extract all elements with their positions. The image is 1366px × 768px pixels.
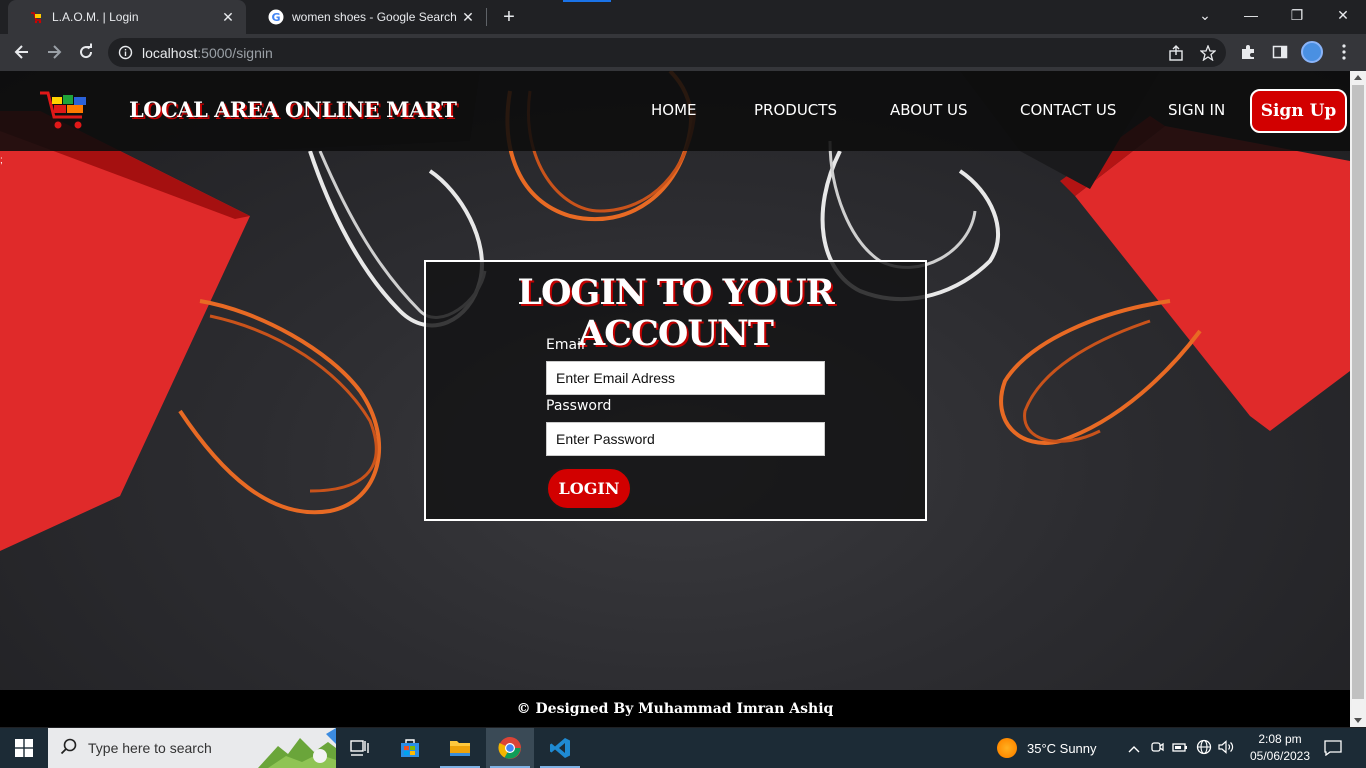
system-tray	[1128, 728, 1234, 768]
stray-text: ;	[0, 155, 3, 166]
share-icon[interactable]	[1165, 42, 1187, 64]
sign-up-button[interactable]: Sign Up	[1250, 89, 1347, 133]
svg-text:G: G	[271, 11, 280, 24]
taskbar-search-box[interactable]: Type here to search	[48, 728, 336, 768]
profile-avatar[interactable]	[1301, 41, 1323, 63]
nav-contact-us[interactable]: CONTACT US	[1020, 101, 1116, 119]
password-label: Password	[546, 398, 612, 414]
page-viewport: LOCAL AREA ONLINE MART HOME PRODUCTS ABO…	[0, 71, 1350, 727]
nav-sign-in[interactable]: SIGN IN	[1168, 101, 1225, 119]
login-button[interactable]: LOGIN	[546, 467, 632, 510]
vscode-icon[interactable]	[536, 728, 584, 768]
page-scrollbar[interactable]	[1350, 71, 1366, 727]
tab-search-chevron-icon[interactable]: ⌄	[1182, 0, 1228, 30]
network-globe-icon[interactable]	[1196, 739, 1212, 758]
reload-icon[interactable]	[73, 39, 99, 65]
nav-about-us[interactable]: ABOUT US	[890, 101, 968, 119]
minimize-button[interactable]: —	[1228, 0, 1274, 30]
clock-date: 05/06/2023	[1249, 749, 1311, 763]
site-footer: © Designed By Muhammad Imran Ashiq	[0, 690, 1350, 727]
tab-indicator	[563, 0, 611, 2]
nav-home[interactable]: HOME	[651, 101, 697, 119]
site-favicon-icon	[28, 9, 44, 25]
site-header: LOCAL AREA ONLINE MART HOME PRODUCTS ABO…	[0, 71, 1350, 151]
info-icon[interactable]	[118, 45, 133, 60]
tab-title: women shoes - Google Search	[292, 10, 457, 24]
browser-tab-strip: L.A.O.M. | Login ✕ G women shoes - Googl…	[0, 0, 1366, 34]
notifications-icon[interactable]	[1324, 728, 1342, 768]
volume-icon[interactable]	[1218, 739, 1234, 757]
sun-icon	[997, 738, 1017, 758]
email-field[interactable]	[546, 361, 825, 395]
site-brand[interactable]: LOCAL AREA ONLINE MART	[129, 97, 457, 122]
weather-text: 35°C Sunny	[1027, 740, 1097, 756]
tab-laom-login[interactable]: L.A.O.M. | Login ✕	[8, 0, 246, 34]
task-view-icon[interactable]	[336, 728, 384, 768]
password-field[interactable]	[546, 422, 825, 456]
shopping-cart-logo-icon[interactable]	[38, 87, 90, 133]
microsoft-store-icon[interactable]	[386, 728, 434, 768]
new-tab-button[interactable]: +	[498, 6, 520, 28]
address-bar[interactable]: localhost:5000/signin	[108, 38, 1226, 67]
login-form: LOGIN TO YOUR ACCOUNT Email Password LOG…	[424, 260, 927, 521]
windows-start-button[interactable]	[0, 728, 48, 768]
forward-arrow-icon[interactable]	[41, 39, 67, 65]
windows-taskbar: Type here to search 35°C Sunny 2:08 pm 0…	[0, 728, 1366, 768]
email-label: Email	[546, 337, 585, 353]
weather-widget[interactable]: 35°C Sunny	[997, 728, 1097, 768]
file-explorer-icon[interactable]	[436, 728, 484, 768]
chrome-taskbar-icon[interactable]	[486, 728, 534, 768]
chevron-up-icon[interactable]	[1128, 741, 1140, 756]
meet-now-icon[interactable]	[1150, 740, 1164, 757]
search-highlight-art	[258, 728, 336, 768]
browser-toolbar: localhost:5000/signin	[0, 34, 1366, 71]
extensions-puzzle-icon[interactable]	[1237, 41, 1259, 63]
footer-credit: © Designed By Muhammad Imran Ashiq	[516, 700, 834, 717]
tab-title: L.A.O.M. | Login	[52, 10, 139, 24]
nav-products[interactable]: PRODUCTS	[754, 101, 837, 119]
system-clock[interactable]: 2:08 pm 05/06/2023	[1240, 731, 1320, 765]
scroll-up-icon[interactable]	[1354, 75, 1362, 80]
close-icon[interactable]: ✕	[458, 7, 478, 27]
restore-button[interactable]: ❐	[1274, 0, 1320, 30]
tab-google-search[interactable]: G women shoes - Google Search ✕	[248, 0, 486, 34]
search-placeholder: Type here to search	[88, 740, 212, 756]
tab-separator	[486, 8, 487, 26]
login-heading: LOGIN TO YOUR ACCOUNT	[517, 272, 834, 354]
close-icon[interactable]: ✕	[218, 7, 238, 27]
window-close-button[interactable]: ✕	[1320, 0, 1366, 30]
clock-time: 2:08 pm	[1258, 732, 1302, 746]
battery-icon[interactable]	[1172, 741, 1188, 756]
bookmark-star-icon[interactable]	[1197, 42, 1219, 64]
side-panel-icon[interactable]	[1269, 41, 1291, 63]
scrollbar-thumb[interactable]	[1352, 85, 1364, 699]
menu-kebab-icon[interactable]	[1333, 41, 1355, 63]
url-path: :5000/signin	[197, 45, 273, 61]
scroll-down-icon[interactable]	[1354, 718, 1362, 723]
search-icon	[60, 738, 78, 761]
google-icon: G	[268, 9, 284, 25]
back-arrow-icon[interactable]	[9, 39, 35, 65]
url-host: localhost	[142, 45, 198, 61]
url-text: localhost:5000/signin	[142, 45, 273, 61]
